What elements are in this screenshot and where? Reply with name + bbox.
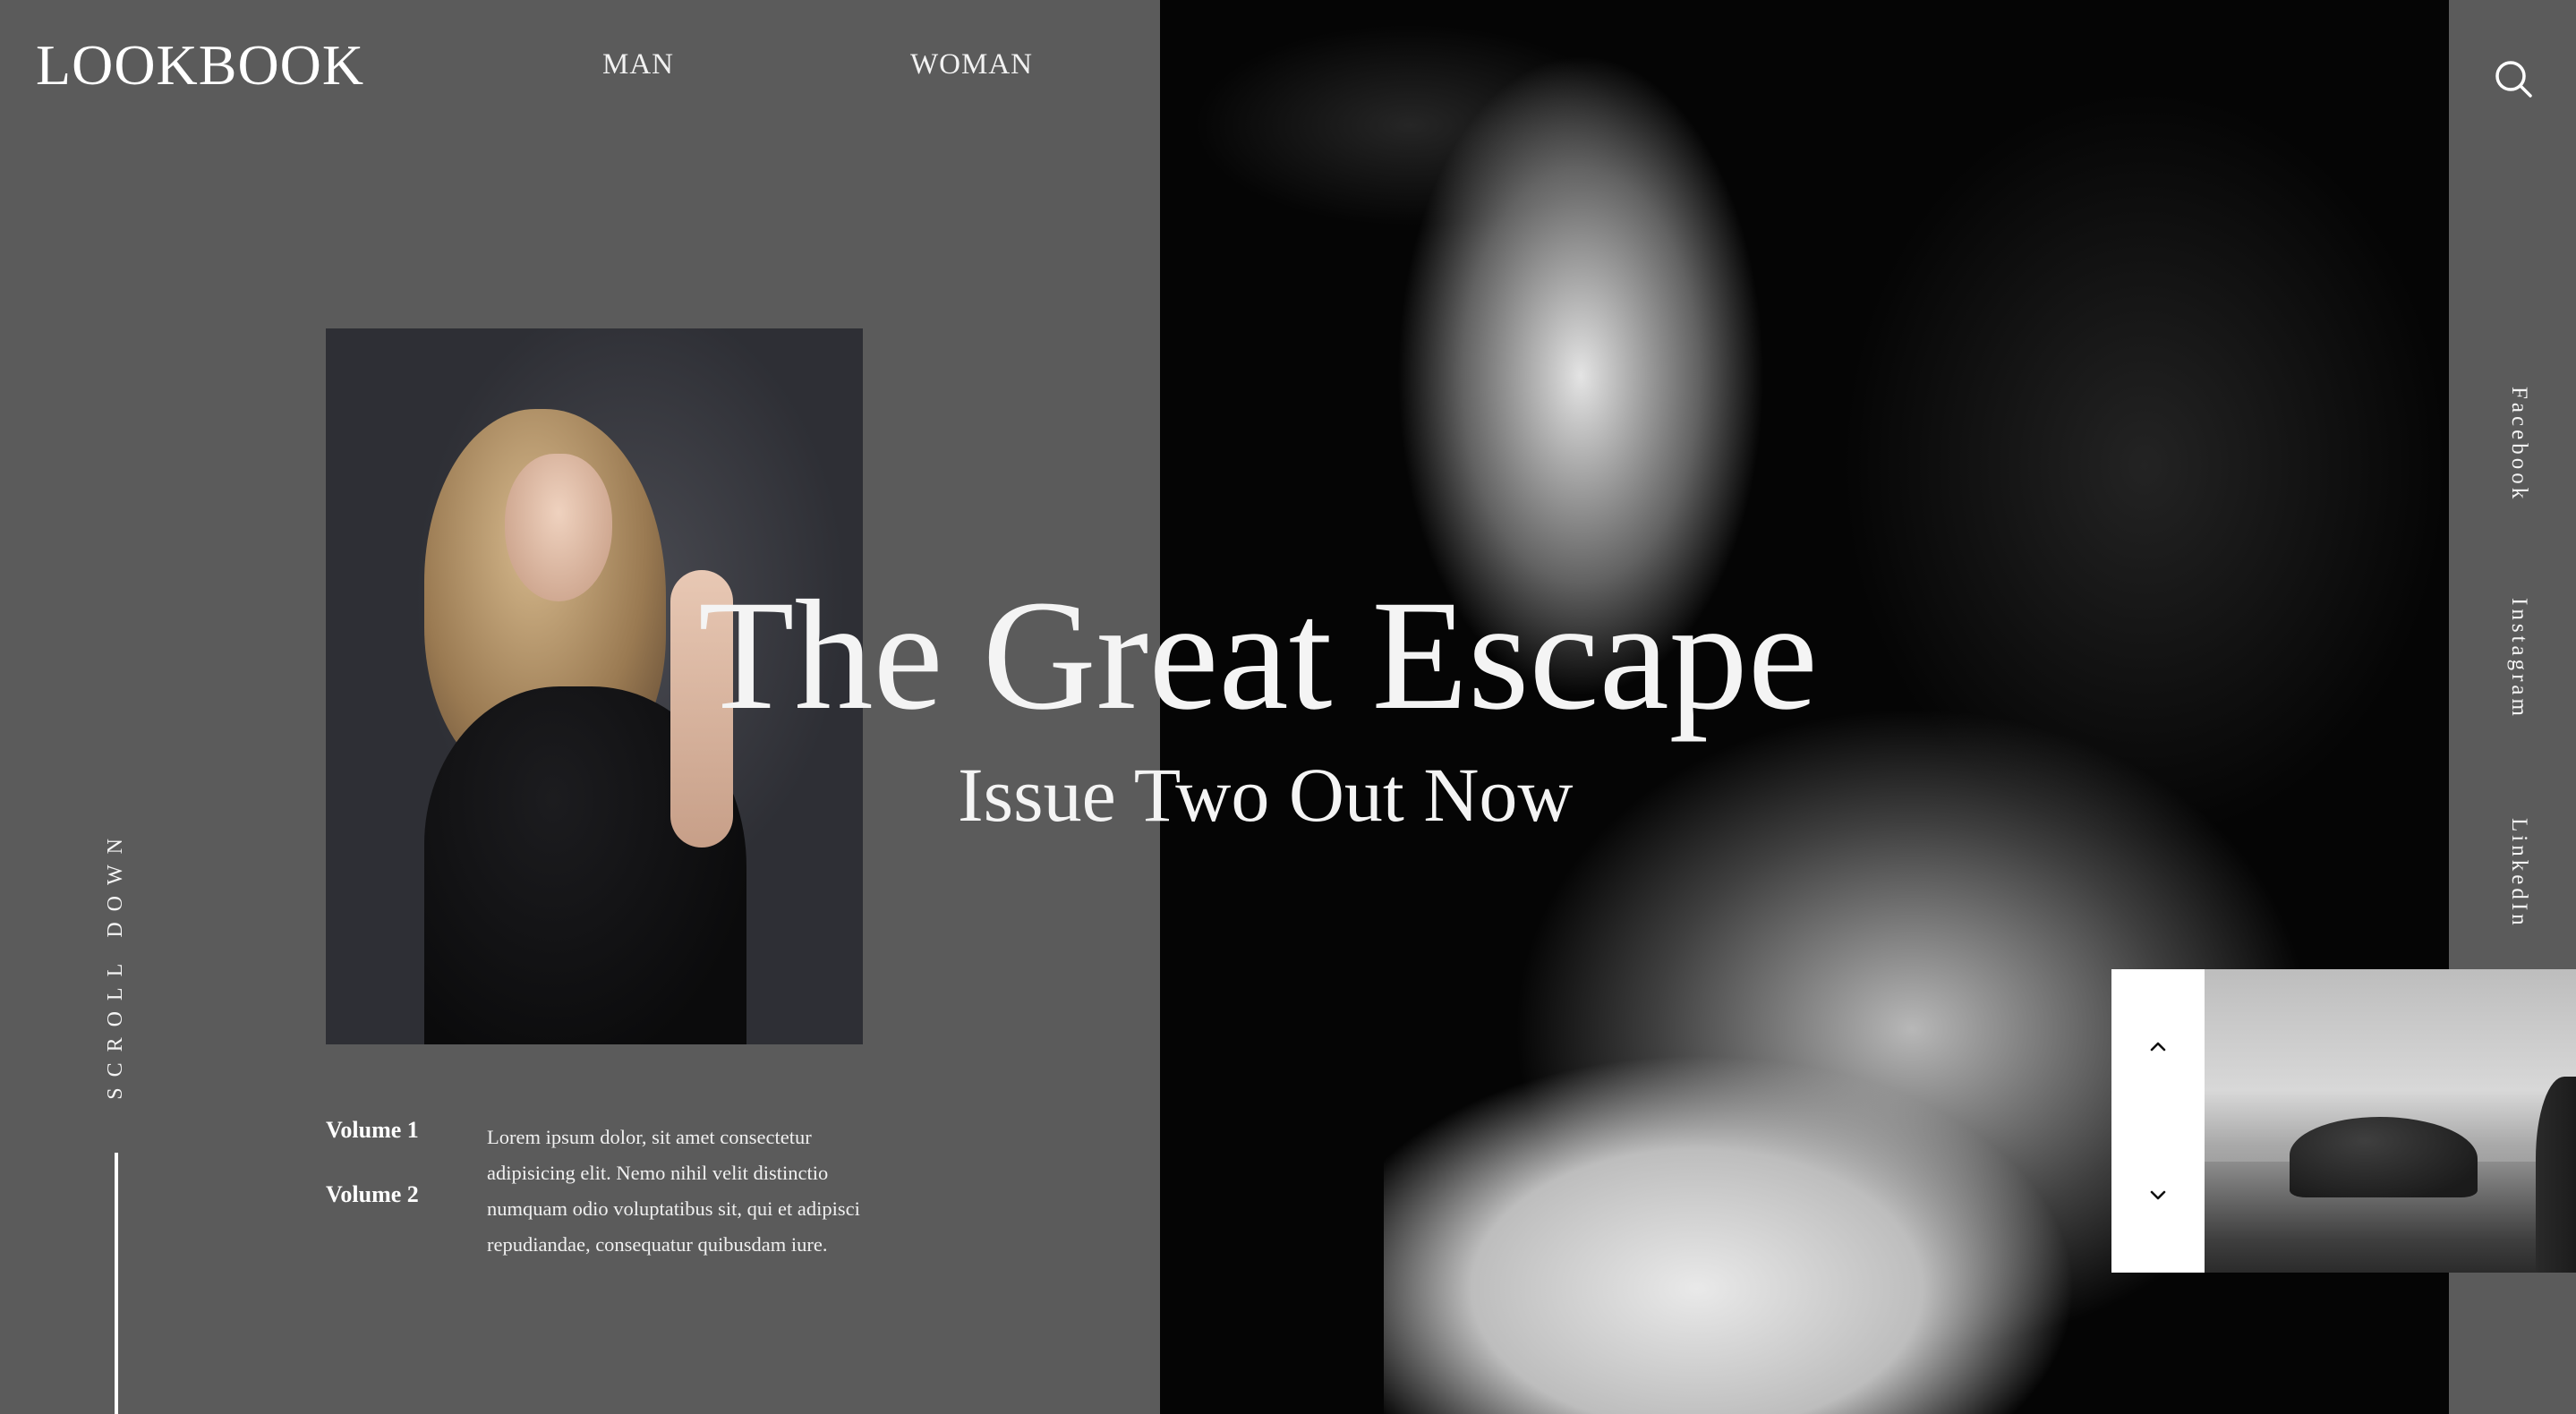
chevron-up-icon[interactable] [2140, 1028, 2176, 1064]
instagram-link[interactable]: Instagram [2506, 598, 2531, 720]
linkedin-link[interactable]: LinkedIn [2506, 818, 2531, 929]
scroll-line [115, 1153, 118, 1414]
hero-shoulder [1384, 1056, 2100, 1414]
portrait-face [505, 454, 612, 601]
volume-2-link[interactable]: Volume 2 [326, 1181, 419, 1208]
scroll-down-label[interactable]: SCROLL DOWN [104, 828, 128, 1100]
slider-thumbnail[interactable] [2205, 969, 2576, 1273]
nav-woman-link[interactable]: WOMAN [910, 48, 1033, 81]
hero-subtitle: Issue Two Out Now [958, 752, 1574, 838]
slider-controls [2111, 969, 2205, 1273]
nav-man-link[interactable]: MAN [602, 48, 674, 81]
volume-1-link[interactable]: Volume 1 [326, 1117, 419, 1144]
search-icon[interactable] [2494, 59, 2533, 98]
chevron-down-icon[interactable] [2140, 1178, 2176, 1214]
thumbnail-rock [2290, 1117, 2478, 1197]
hero-title: The Great Escape [698, 568, 1818, 743]
brand-logo[interactable]: LOOKBOOK [36, 32, 364, 98]
thumbnail-cliff [2536, 1077, 2576, 1273]
facebook-link[interactable]: Facebook [2506, 387, 2531, 502]
issue-description: Lorem ipsum dolor, sit amet consectetur … [487, 1126, 860, 1256]
